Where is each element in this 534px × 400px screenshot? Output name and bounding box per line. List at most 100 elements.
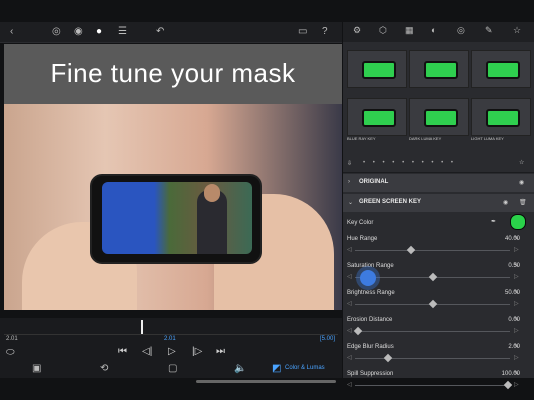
undo-icon[interactable]: ↶ xyxy=(156,25,164,39)
crop-icon[interactable]: ▢ xyxy=(168,363,177,374)
playhead[interactable] xyxy=(141,320,143,334)
param-slider[interactable] xyxy=(355,272,510,282)
transform-icon[interactable]: ⟲ xyxy=(100,363,108,374)
film-icon[interactable]: ▣ xyxy=(32,363,41,374)
pen-icon[interactable]: ✎ xyxy=(485,25,493,36)
grid-icon[interactable]: ▦ xyxy=(405,25,414,36)
chevron-right-icon: › xyxy=(348,179,350,185)
edit-pencil-icon[interactable]: ✎ xyxy=(514,370,519,377)
drop-icon[interactable]: ◐ xyxy=(431,25,436,35)
preset-grid: BLUE RAY KEY DARK LUMA KEY LIGHT LUMA KE… xyxy=(343,44,534,156)
chevron-down-icon: ⌄ xyxy=(348,200,354,206)
preset-thumb[interactable] xyxy=(471,50,531,88)
bottom-toolbar: ▣ ⟲ ▢ 🔈 ◩ Color & Lumas xyxy=(0,362,342,378)
preset-label: LIGHT LUMA KEY xyxy=(471,136,504,141)
import-icon[interactable]: ⇩ xyxy=(347,160,352,167)
cube-icon[interactable]: ⬡ xyxy=(379,25,387,36)
increment-icon[interactable]: ▷ xyxy=(514,381,519,388)
edit-pencil-icon[interactable]: ✎ xyxy=(514,289,519,296)
audio-icon[interactable]: 🔈 xyxy=(234,363,246,374)
mask-dot-icon[interactable]: ● xyxy=(96,25,102,39)
decrement-icon[interactable]: ◁ xyxy=(347,246,352,253)
slider-knob[interactable] xyxy=(383,353,393,363)
param-label: Spill Suppression xyxy=(347,371,394,377)
step-back-icon[interactable]: ◁| xyxy=(142,346,152,357)
param-slider[interactable] xyxy=(353,326,510,336)
layers-icon[interactable]: ☰ xyxy=(118,25,127,39)
toggle-icon[interactable]: ⬭ xyxy=(6,347,15,358)
key-color-swatch[interactable] xyxy=(510,214,526,230)
param-slider[interactable] xyxy=(355,380,513,390)
preset-pager: ⇩ • • • • • • • • • • ☆ xyxy=(343,158,534,173)
decrement-icon[interactable]: ◁ xyxy=(347,354,352,361)
preset-label: BLUE RAY KEY xyxy=(347,136,376,141)
home-indicator xyxy=(196,380,336,383)
star-icon[interactable]: ☆ xyxy=(513,25,521,36)
export-icon[interactable]: ▭ xyxy=(298,25,307,39)
increment-icon[interactable]: ▷ xyxy=(514,300,519,307)
eye-icon[interactable]: ◉ xyxy=(503,199,508,206)
param-label: Saturation Range xyxy=(347,263,394,269)
slider-knob[interactable] xyxy=(428,299,438,309)
skip-end-icon[interactable]: ⏭ xyxy=(216,346,225,357)
headline-text: Fine tune your mask xyxy=(50,58,296,88)
preview-toolbar: ‹ ◎ ◉ ● ☰ ↶ ▭ ? xyxy=(0,22,342,43)
skip-start-icon[interactable]: ⏮ xyxy=(118,346,127,357)
section-green-screen-key[interactable]: ⌄ GREEN SCREEN KEY ◉ 🗑 xyxy=(343,194,534,212)
preset-thumb[interactable] xyxy=(471,98,531,136)
trash-icon[interactable]: 🗑 xyxy=(519,199,527,206)
decrement-icon[interactable]: ◁ xyxy=(347,381,352,388)
eyedropper-icon[interactable]: ✒ xyxy=(491,218,496,225)
increment-icon[interactable]: ▷ xyxy=(514,246,519,253)
back-icon[interactable]: ‹ xyxy=(10,25,13,39)
param-slider[interactable] xyxy=(355,299,510,309)
play-icon[interactable]: ▷ xyxy=(168,346,176,357)
effects-panel: ⚙ ⬡ ▦ ◐ ◎ ✎ ☆ BLUE RAY KEY DARK LUMA KEY… xyxy=(343,22,534,390)
increment-icon[interactable]: ▷ xyxy=(514,273,519,280)
slider-knob[interactable] xyxy=(503,380,513,390)
color-icon[interactable]: ◩ xyxy=(272,363,281,374)
decrement-icon[interactable]: ◁ xyxy=(347,273,352,280)
step-forward-icon[interactable]: |▷ xyxy=(192,346,202,357)
preset-thumb[interactable] xyxy=(347,50,407,88)
edit-pencil-icon[interactable]: ✎ xyxy=(514,343,519,350)
slider-knob[interactable] xyxy=(428,272,438,282)
timeline-ruler[interactable] xyxy=(4,324,338,335)
target-icon[interactable]: ◎ xyxy=(457,25,465,36)
edit-pencil-icon[interactable]: ✎ xyxy=(514,235,519,242)
param-slider[interactable] xyxy=(355,245,510,255)
phone-in-hands xyxy=(90,174,262,264)
param-slider[interactable] xyxy=(355,353,510,363)
section-green-screen-key-title: GREEN SCREEN KEY xyxy=(359,199,422,205)
video-preview[interactable]: Fine tune your mask xyxy=(4,44,342,310)
time-duration: [5.00] xyxy=(320,336,336,342)
page-dots[interactable]: • • • • • • • • • • xyxy=(363,160,456,166)
key-color-label: Key Color xyxy=(347,220,374,226)
decrement-icon[interactable]: ◁ xyxy=(347,300,352,307)
time-left: 2.01 xyxy=(6,336,18,342)
settings-icon[interactable]: ⚙ xyxy=(353,25,361,36)
slider-knob[interactable] xyxy=(406,245,415,255)
section-original[interactable]: › ORIGINAL ◉ xyxy=(343,174,534,192)
edit-pencil-icon[interactable]: ✎ xyxy=(514,262,519,269)
param-label: Erosion Distance xyxy=(347,317,393,323)
param-label: Brightness Range xyxy=(347,290,395,296)
preset-thumb[interactable] xyxy=(347,98,407,136)
section-original-title: ORIGINAL xyxy=(359,179,389,185)
phone-screen xyxy=(102,182,252,254)
decrement-icon[interactable]: ◁ xyxy=(347,327,352,334)
help-icon[interactable]: ? xyxy=(322,25,328,39)
preset-thumb[interactable] xyxy=(409,98,469,136)
edit-pencil-icon[interactable]: ✎ xyxy=(514,316,519,323)
param-label: Edge Blur Radius xyxy=(347,344,394,350)
increment-icon[interactable]: ▷ xyxy=(514,354,519,361)
phone-person-head xyxy=(204,184,220,202)
view-mode-icon[interactable]: ◉ xyxy=(74,25,83,39)
favorite-icon[interactable]: ☆ xyxy=(519,159,524,166)
slider-knob[interactable] xyxy=(353,326,363,336)
eye-icon[interactable]: ◎ xyxy=(52,25,61,39)
color-lumas-tab[interactable]: Color & Lumas xyxy=(285,365,325,371)
eye-icon[interactable]: ◉ xyxy=(519,179,524,186)
increment-icon[interactable]: ▷ xyxy=(514,327,519,334)
preset-thumb[interactable] xyxy=(409,50,469,88)
